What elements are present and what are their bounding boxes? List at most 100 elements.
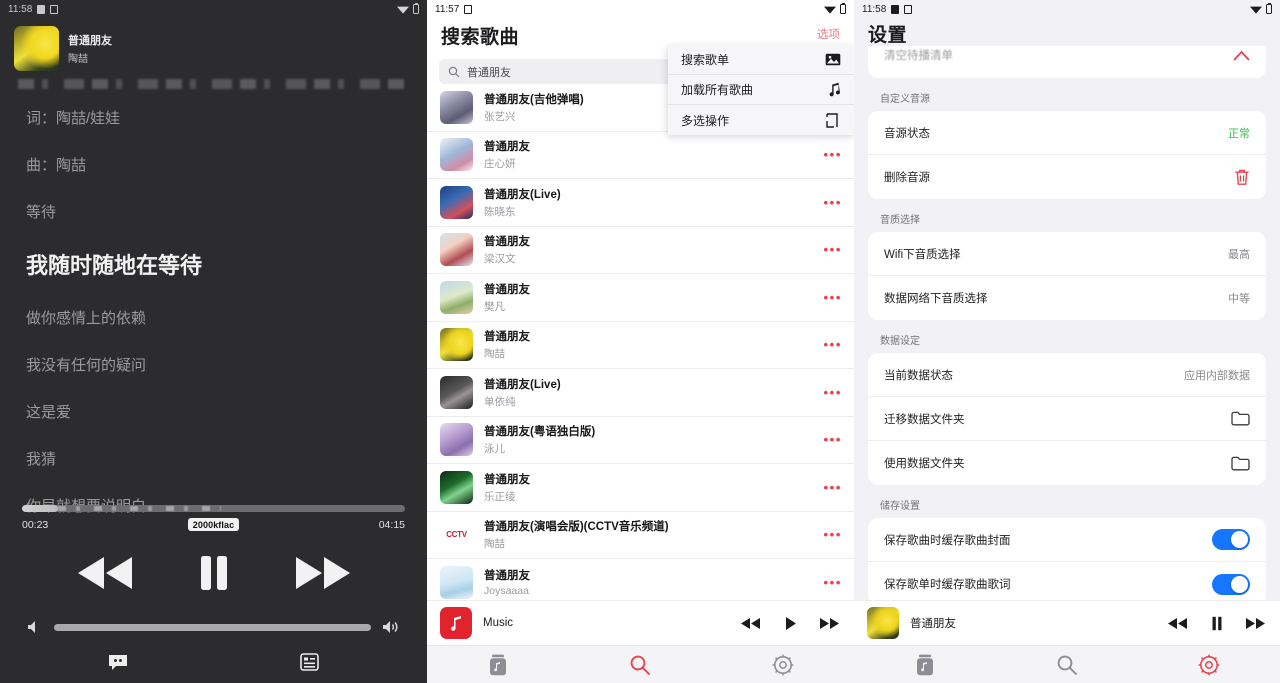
- wifi-icon: [1250, 5, 1262, 14]
- options-button[interactable]: 选项: [817, 26, 840, 42]
- settings-group-label: 自定义音源: [880, 94, 930, 105]
- now-playing-card[interactable]: 普通朋友 陶喆: [0, 18, 427, 75]
- toggle-cache-lyrics[interactable]: [1212, 573, 1250, 595]
- settings-row-value: 正常: [1228, 127, 1250, 140]
- player-panel: 11:58 普通朋友 陶喆 词：陶喆/娃娃 曲：陶喆 等待 我随时随地在等待 做…: [0, 0, 427, 683]
- more-options-icon[interactable]: •••: [824, 433, 842, 446]
- toggle-cache-cover[interactable]: [1212, 529, 1250, 550]
- play-pause-button[interactable]: [196, 553, 232, 593]
- tab-settings[interactable]: [712, 654, 854, 676]
- volume-row: [22, 619, 405, 635]
- play-pause-button[interactable]: [1211, 616, 1223, 631]
- settings-panel: 11:58 设置 清空待播清单 自定义音源 音源状态 正常 删除音源 音质选择 …: [854, 0, 1280, 683]
- settings-group-label: 储存设置: [880, 501, 920, 512]
- previous-button[interactable]: [740, 617, 762, 630]
- more-options-icon[interactable]: •••: [824, 386, 842, 399]
- song-title: 普通朋友(Live): [484, 188, 561, 201]
- lyric-credit-line: 曲：陶喆: [26, 157, 87, 174]
- settings-row-mobile-quality[interactable]: 数据网络下音质选择 中等: [868, 276, 1266, 320]
- settings-row-value: 应用内部数据: [1184, 369, 1250, 382]
- more-options-icon[interactable]: •••: [824, 528, 842, 541]
- settings-row-delete-source[interactable]: 删除音源: [868, 155, 1266, 199]
- song-artist: 乐正绫: [484, 490, 516, 503]
- list-item[interactable]: CCTV 普通朋友(演唱会版)(CCTV音乐频道) 陶喆 •••: [427, 512, 854, 559]
- playlist-toggle-button[interactable]: [214, 653, 406, 671]
- status-bar-time: 11:58: [8, 3, 33, 15]
- settings-row-cache-cover[interactable]: 保存歌曲时缓存歌曲封面: [868, 518, 1266, 562]
- play-button[interactable]: [784, 616, 797, 631]
- list-item[interactable]: 普通朋友 梁汉文 •••: [427, 227, 854, 274]
- options-dropdown-menu: 搜索歌单 加载所有歌曲 多选操作: [668, 45, 854, 135]
- list-item[interactable]: 普通朋友(Live) 陈晓东 •••: [427, 179, 854, 227]
- settings-row-label: 迁移数据文件夹: [884, 413, 965, 426]
- lyric-credit-line: 词：陶喆/娃娃: [26, 110, 121, 127]
- next-button[interactable]: [819, 617, 841, 630]
- list-item[interactable]: 普通朋友 陶喆 •••: [427, 322, 854, 369]
- next-button[interactable]: [290, 554, 356, 592]
- song-title: 普通朋友: [484, 473, 530, 486]
- progress-bar[interactable]: [22, 505, 405, 512]
- quality-badge: 2000kflac: [187, 518, 240, 531]
- list-item[interactable]: 普通朋友(Live) 单依纯 •••: [427, 369, 854, 417]
- settings-row-use-folder[interactable]: 使用数据文件夹: [868, 441, 1266, 485]
- music-note-icon: [827, 82, 841, 97]
- tab-library[interactable]: [854, 654, 996, 676]
- song-artist: 陶喆: [484, 348, 505, 361]
- elapsed-time: 00:23: [22, 518, 49, 531]
- wifi-icon: [824, 5, 836, 14]
- settings-card: Wifi下音质选择 最高 数据网络下音质选择 中等: [868, 232, 1266, 320]
- search-icon: [448, 66, 460, 78]
- song-artist: 泳儿: [484, 443, 505, 456]
- lyrics-container[interactable]: 词：陶喆/娃娃 曲：陶喆 等待 我随时随地在等待 做你感情上的依赖 我没有任何的…: [0, 89, 427, 516]
- list-item[interactable]: 普通朋友 樊凡 •••: [427, 274, 854, 322]
- album-art: [14, 26, 59, 71]
- folder-icon[interactable]: [1231, 411, 1250, 426]
- menu-item-multi-select[interactable]: 多选操作: [668, 105, 854, 135]
- song-artist: 梁汉文: [484, 253, 516, 266]
- menu-item-search-playlist[interactable]: 搜索歌单: [668, 45, 854, 75]
- mini-player-controls: [1167, 616, 1267, 631]
- more-options-icon[interactable]: •••: [824, 576, 842, 589]
- list-item[interactable]: 普通朋友(粤语独白版) 泳儿 •••: [427, 417, 854, 464]
- list-item[interactable]: 普通朋友 庄心妍 •••: [427, 132, 854, 179]
- chevron-up-icon[interactable]: [1233, 50, 1250, 61]
- song-title: 普通朋友: [484, 283, 530, 296]
- mini-player-album-art: [867, 607, 899, 639]
- settings-row-clear-queue[interactable]: 清空待播清单: [868, 46, 1266, 78]
- more-options-icon[interactable]: •••: [824, 148, 842, 161]
- song-album-art: [440, 470, 473, 504]
- more-options-icon[interactable]: •••: [824, 196, 842, 209]
- settings-row-label: 保存歌单时缓存歌曲歌词: [884, 579, 1011, 591]
- previous-button[interactable]: [1167, 617, 1189, 630]
- settings-row-source-status[interactable]: 音源状态 正常: [868, 111, 1266, 155]
- tab-library[interactable]: [427, 654, 569, 676]
- settings-row-migrate-folder[interactable]: 迁移数据文件夹: [868, 397, 1266, 441]
- mini-player-bar[interactable]: 普通朋友: [854, 600, 1280, 645]
- song-list: 普通朋友(吉他弹唱) 张艺兴 ••• 普通朋友 庄心妍 ••• 普通朋友(Liv…: [427, 84, 854, 607]
- settings-group-label: 数据设定: [880, 336, 920, 347]
- tab-search[interactable]: [569, 654, 711, 676]
- song-info: 普通朋友 樊凡: [484, 281, 813, 314]
- more-options-icon[interactable]: •••: [824, 338, 842, 351]
- status-bar-time: 11:58: [862, 3, 887, 15]
- menu-item-load-all-songs[interactable]: 加载所有歌曲: [668, 75, 854, 105]
- folder-icon[interactable]: [1231, 456, 1250, 471]
- lyric-line: 我猜: [26, 451, 57, 468]
- settings-row-wifi-quality[interactable]: Wifi下音质选择 最高: [868, 232, 1266, 276]
- settings-scroll-area[interactable]: 清空待播清单 自定义音源 音源状态 正常 删除音源 音质选择 Wifi下音质选择…: [854, 46, 1280, 645]
- battery-icon: [840, 2, 846, 14]
- more-options-icon[interactable]: •••: [824, 243, 842, 256]
- lyrics-toggle-button[interactable]: [22, 654, 214, 671]
- volume-slider[interactable]: [54, 623, 371, 631]
- settings-row-data-status[interactable]: 当前数据状态 应用内部数据: [868, 353, 1266, 397]
- settings-card: 当前数据状态 应用内部数据 迁移数据文件夹 使用数据文件夹: [868, 353, 1266, 485]
- tab-search[interactable]: [996, 654, 1138, 676]
- tab-settings[interactable]: [1138, 654, 1280, 676]
- more-options-icon[interactable]: •••: [824, 291, 842, 304]
- previous-button[interactable]: [72, 554, 138, 592]
- mini-player-bar[interactable]: Music: [427, 600, 854, 645]
- more-options-icon[interactable]: •••: [824, 481, 842, 494]
- next-button[interactable]: [1245, 617, 1267, 630]
- list-item[interactable]: 普通朋友 乐正绫 •••: [427, 464, 854, 512]
- trash-icon[interactable]: [1234, 168, 1250, 186]
